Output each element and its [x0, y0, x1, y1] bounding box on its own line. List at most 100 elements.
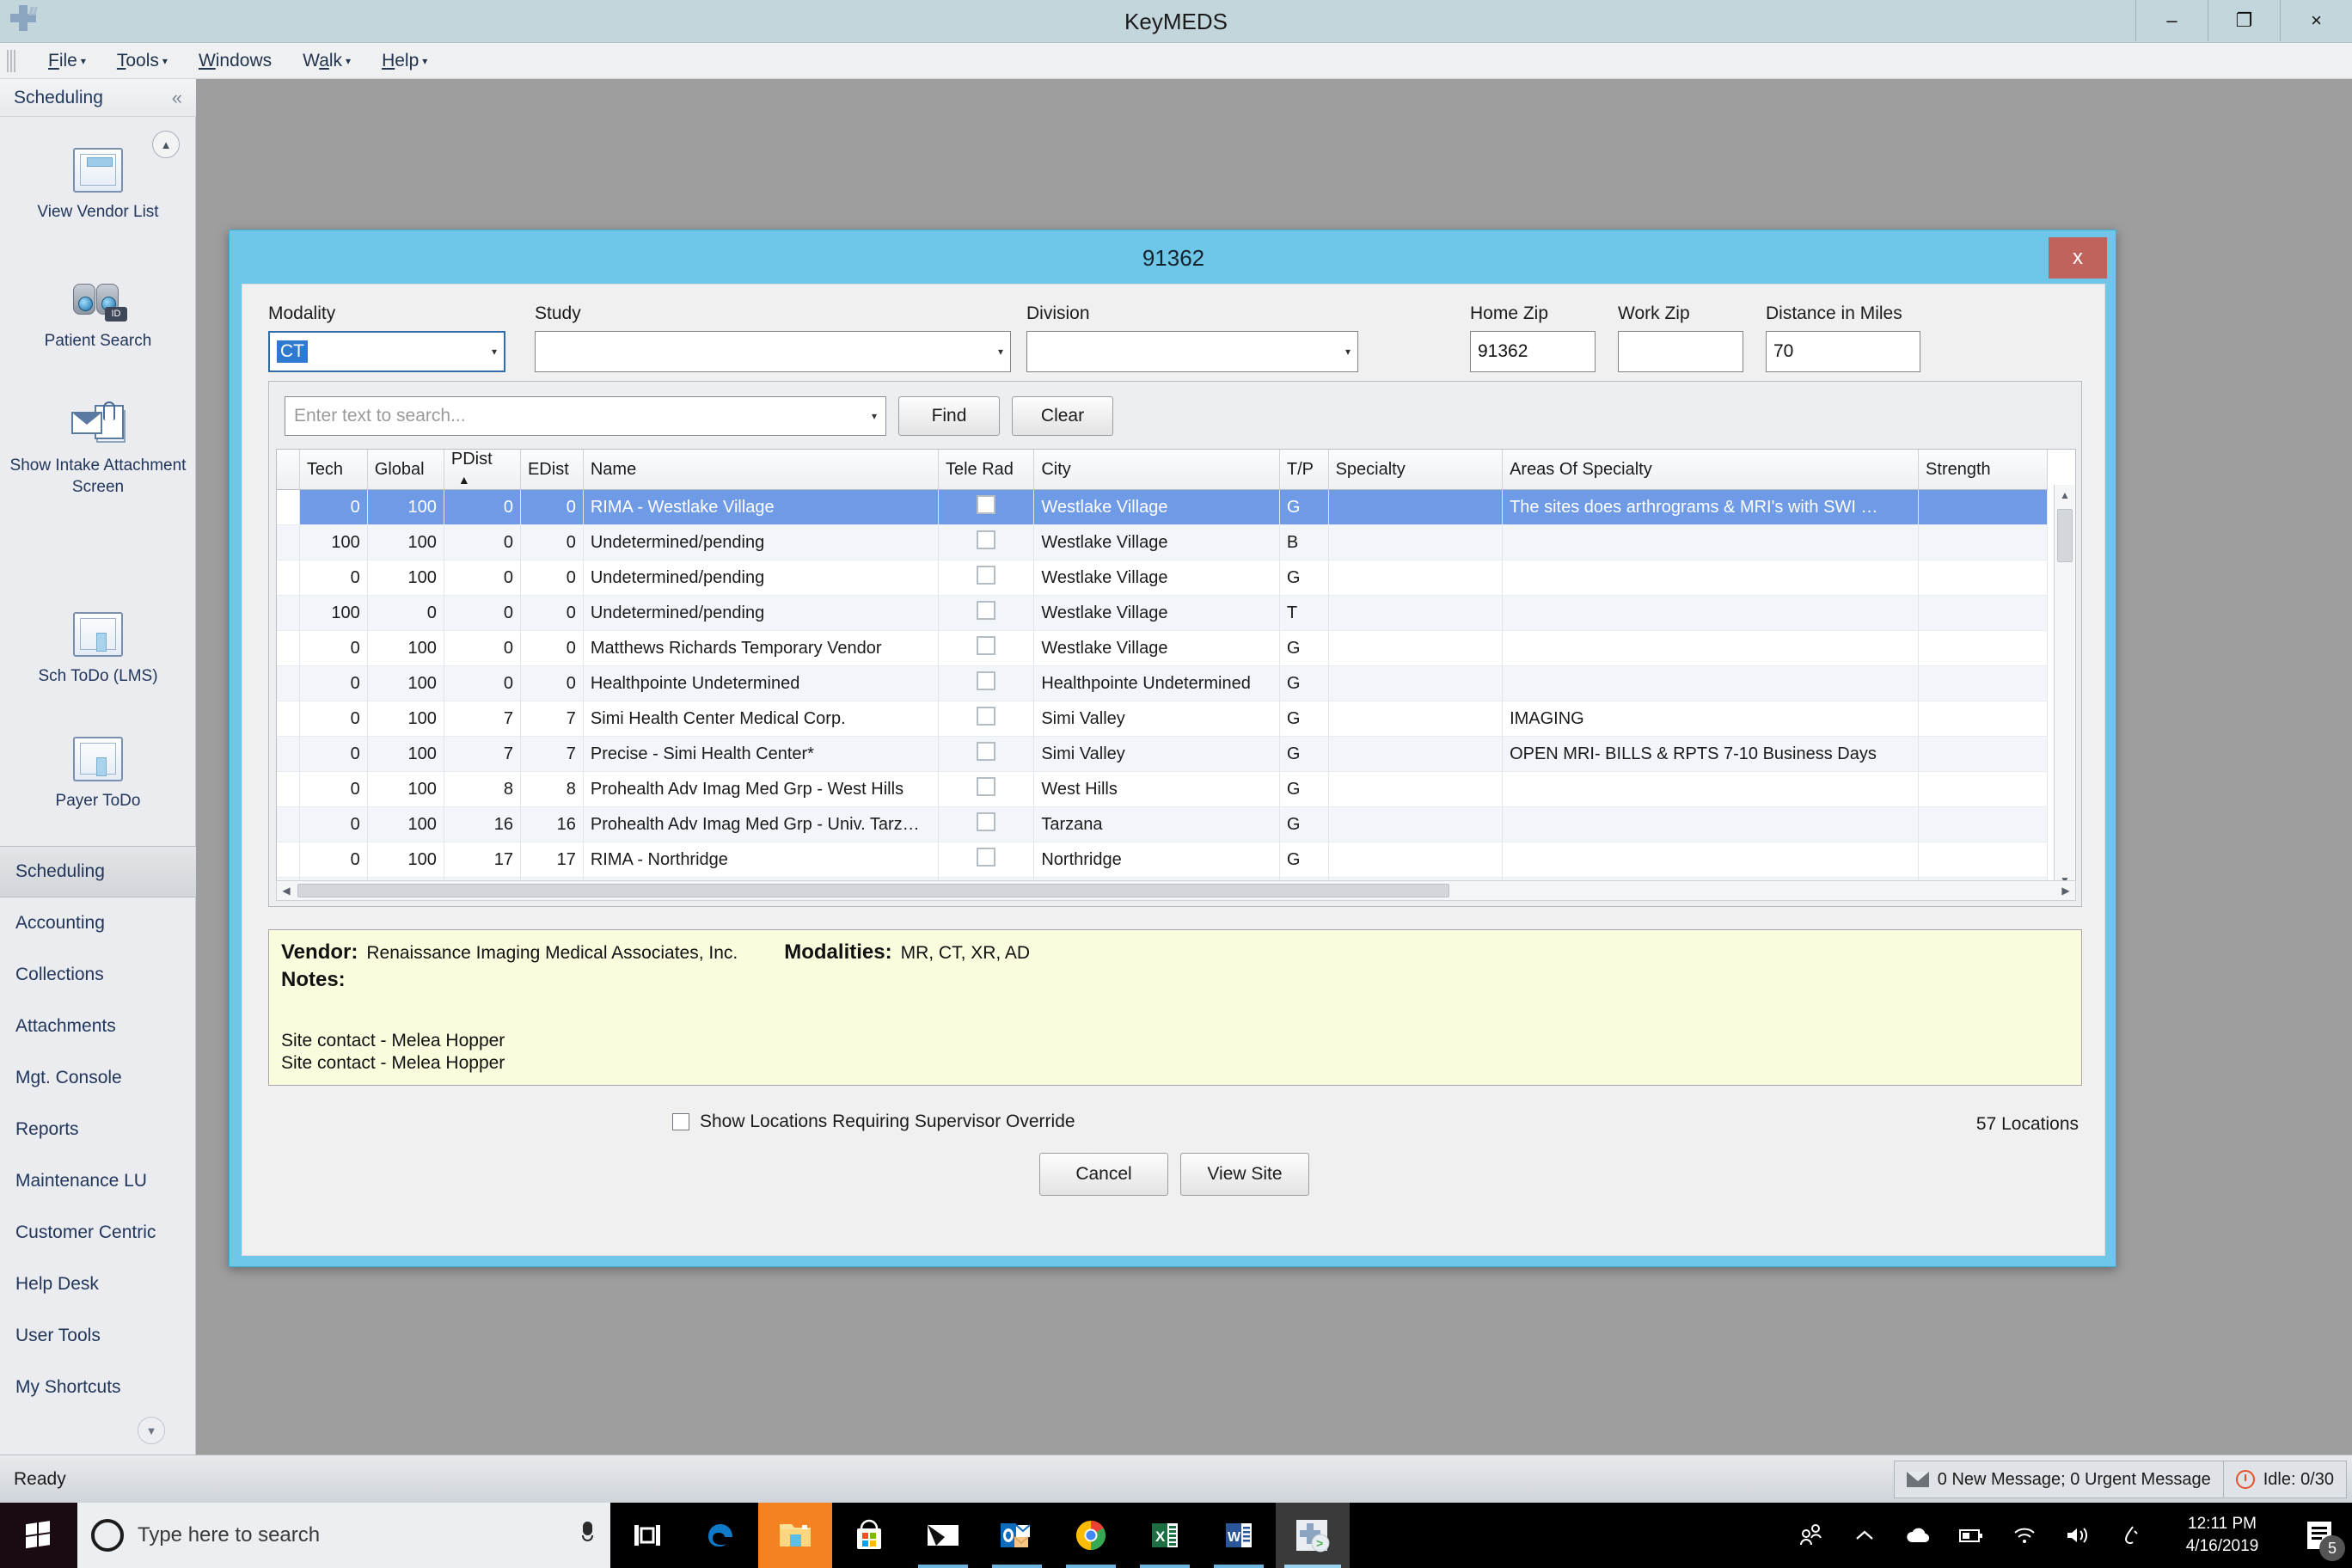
microsoft-store-icon[interactable] — [832, 1503, 906, 1568]
cell-tele-rad[interactable] — [938, 524, 1035, 560]
table-row[interactable]: ▶ 0 100 0 0 RIMA - Westlake Village West… — [277, 489, 2048, 525]
table-row[interactable]: 0 100 7 7 Precise - Simi Health Center* … — [277, 736, 2048, 772]
column-city[interactable]: City — [1033, 450, 1280, 490]
sidebar-button-view-vendor-list[interactable]: View Vendor List — [0, 148, 196, 223]
keymeds-icon[interactable]: > — [1276, 1503, 1350, 1568]
sidebar-item-reports[interactable]: Reports — [0, 1104, 196, 1155]
modality-select[interactable]: CT ▾ — [268, 331, 505, 372]
table-row[interactable]: 0 100 0 0 Undetermined/pending Westlake … — [277, 560, 2048, 596]
sidebar-button-sch-todo-lms[interactable]: Sch ToDo (LMS) — [0, 612, 196, 687]
menu-help[interactable]: Help ▾ — [366, 43, 443, 79]
sidebar-item-mgt-console[interactable]: Mgt. Console — [0, 1052, 196, 1104]
column-tech[interactable]: Tech — [299, 450, 368, 490]
table-row[interactable]: 0 100 0 0 Healthpointe Undetermined Heal… — [277, 665, 2048, 701]
table-row[interactable]: 100 0 0 0 Undetermined/pending Westlake … — [277, 595, 2048, 631]
sidebar-item-customer-centric[interactable]: Customer Centric — [0, 1207, 196, 1259]
column-edist[interactable]: EDist — [520, 450, 584, 490]
cell-tele-rad[interactable] — [938, 630, 1035, 666]
people-icon[interactable] — [1785, 1503, 1838, 1568]
menu-walk[interactable]: Walk ▾ — [287, 43, 366, 79]
dialog-close-button[interactable]: x — [2049, 237, 2107, 279]
battery-icon[interactable] — [1945, 1503, 1998, 1568]
checkbox-icon[interactable] — [977, 777, 996, 796]
sidebar-item-attachments[interactable]: Attachments — [0, 1001, 196, 1052]
menu-tools[interactable]: Tools ▾ — [101, 43, 183, 79]
clear-button[interactable]: Clear — [1012, 396, 1113, 436]
checkbox-icon[interactable] — [977, 707, 996, 726]
cell-tele-rad[interactable] — [938, 842, 1035, 878]
cell-tele-rad[interactable] — [938, 806, 1035, 842]
division-select[interactable]: ▾ — [1026, 331, 1358, 372]
sidebar-item-maintenance-lu[interactable]: Maintenance LU — [0, 1155, 196, 1207]
pen-icon[interactable] — [2104, 1503, 2158, 1568]
cell-tele-rad[interactable] — [938, 489, 1035, 525]
maximize-restore-button[interactable]: ❐ — [2208, 0, 2280, 41]
cell-tele-rad[interactable] — [938, 595, 1035, 631]
sidebar-item-user-tools[interactable]: User Tools — [0, 1310, 196, 1362]
sidebar-button-patient-search[interactable]: ID Patient Search — [0, 277, 196, 352]
chrome-icon[interactable] — [1054, 1503, 1128, 1568]
table-row[interactable]: 0 100 0 0 Matthews Richards Temporary Ve… — [277, 630, 2048, 666]
checkbox-icon[interactable] — [977, 812, 996, 831]
vertical-scroll-thumb[interactable] — [2057, 509, 2073, 562]
show-override-checkbox[interactable]: Show Locations Requiring Supervisor Over… — [672, 1112, 1075, 1132]
show-hidden-icons-icon[interactable] — [1838, 1503, 1891, 1568]
find-button[interactable]: Find — [898, 396, 1000, 436]
idle-indicator[interactable]: Idle: 0/30 — [2222, 1461, 2346, 1498]
cell-tele-rad[interactable] — [938, 560, 1035, 596]
taskbar-search[interactable]: Type here to search — [77, 1503, 610, 1568]
table-row[interactable]: 0 100 7 7 Simi Health Center Medical Cor… — [277, 701, 2048, 737]
home-zip-input[interactable]: 91362 — [1470, 331, 1596, 372]
checkbox-icon[interactable] — [977, 601, 996, 620]
notification-center-button[interactable]: 5 — [2287, 1503, 2352, 1568]
cell-tele-rad[interactable] — [938, 771, 1035, 807]
scroll-left-icon[interactable]: ◀ — [277, 881, 296, 900]
wifi-icon[interactable] — [1998, 1503, 2051, 1568]
table-row[interactable]: 100 100 0 0 Undetermined/pending Westlak… — [277, 524, 2048, 560]
onedrive-icon[interactable] — [1891, 1503, 1945, 1568]
cell-tele-rad[interactable] — [938, 701, 1035, 737]
task-view-icon[interactable] — [610, 1503, 684, 1568]
grid-horizontal-scrollbar[interactable]: ◀ ▶ — [276, 880, 2076, 901]
checkbox-icon[interactable] — [977, 495, 996, 514]
table-row[interactable]: 0 100 16 16 Prohealth Adv Imag Med Grp -… — [277, 806, 2048, 842]
sidebar-button-payer-todo[interactable]: Payer ToDo — [0, 737, 196, 812]
column-strength[interactable]: Strength — [1918, 450, 2048, 490]
column-areas-of-specialty[interactable]: Areas Of Specialty — [1502, 450, 1920, 490]
column-specialty[interactable]: Specialty — [1328, 450, 1504, 490]
taskbar-clock[interactable]: 12:11 PM 4/16/2019 — [2158, 1503, 2287, 1568]
sidebar-item-my-shortcuts[interactable]: My Shortcuts — [0, 1362, 196, 1413]
table-row[interactable]: 0 100 17 17 RIMA - Northridge Northridge… — [277, 842, 2048, 878]
scroll-right-icon[interactable]: ▶ — [2056, 881, 2075, 900]
volume-icon[interactable] — [2051, 1503, 2104, 1568]
column-name[interactable]: Name — [583, 450, 939, 490]
checkbox-icon[interactable] — [672, 1113, 689, 1130]
start-button[interactable] — [0, 1503, 77, 1568]
grid-vertical-scrollbar[interactable]: ▲ ▼ — [2054, 485, 2074, 891]
checkbox-icon[interactable] — [977, 848, 996, 867]
checkbox-icon[interactable] — [977, 636, 996, 655]
close-button[interactable]: × — [2280, 0, 2352, 41]
checkbox-icon[interactable] — [977, 566, 996, 585]
cancel-button[interactable]: Cancel — [1039, 1153, 1168, 1196]
horizontal-scroll-thumb[interactable] — [297, 884, 1449, 897]
sidebar-button-show-intake-attachment-screen[interactable]: Show Intake Attachment Screen — [0, 401, 196, 498]
cell-tele-rad[interactable] — [938, 736, 1035, 772]
sidebar-item-help-desk[interactable]: Help Desk — [0, 1259, 196, 1310]
column-tp[interactable]: T/P — [1279, 450, 1329, 490]
file-explorer-icon[interactable] — [758, 1503, 832, 1568]
column-pdist[interactable]: PDist ▲ — [444, 450, 521, 490]
sidebar-item-scheduling[interactable]: Scheduling — [0, 846, 196, 897]
column-global[interactable]: Global — [367, 450, 444, 490]
outlook-icon[interactable] — [980, 1503, 1054, 1568]
messages-indicator[interactable]: 0 New Message; 0 Urgent Message — [1895, 1461, 2223, 1498]
sidebar-item-collections[interactable]: Collections — [0, 949, 196, 1001]
minimize-button[interactable]: – — [2135, 0, 2208, 41]
menu-windows[interactable]: Windows — [183, 43, 287, 79]
collapse-sidebar-icon[interactable]: « — [172, 87, 182, 109]
cortana-icon[interactable] — [91, 1519, 124, 1552]
checkbox-icon[interactable] — [977, 742, 996, 761]
mail-icon[interactable] — [906, 1503, 980, 1568]
edge-icon[interactable] — [684, 1503, 758, 1568]
cell-tele-rad[interactable] — [938, 665, 1035, 701]
